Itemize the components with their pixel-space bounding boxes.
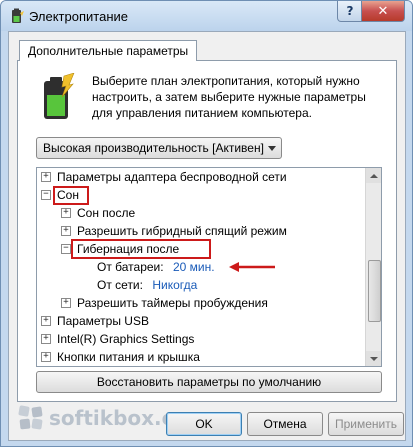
sleep-highlight-box bbox=[53, 186, 89, 205]
softikbox-logo-icon bbox=[18, 405, 43, 430]
dialog-client-area: Дополнительные параметры Выберите план э… bbox=[8, 31, 406, 441]
ok-button[interactable]: OK bbox=[166, 412, 242, 436]
power-plan-select[interactable]: Высокая производительность [Активен] bbox=[36, 137, 282, 159]
tree-item-label: Intel(R) Graphics Settings bbox=[57, 332, 195, 346]
battery-icon bbox=[44, 73, 75, 119]
red-arrow-icon bbox=[229, 262, 275, 272]
power-plan-selected-value: Высокая производительность [Активен] bbox=[43, 141, 264, 155]
tree-item-on-battery[interactable]: От батареи: 20 мин. bbox=[97, 258, 215, 276]
tree-item-label: Параметры USB bbox=[57, 314, 149, 328]
plugged-in-value[interactable]: Никогда bbox=[152, 278, 197, 292]
arrow-down-icon bbox=[369, 356, 378, 361]
expand-icon[interactable]: + bbox=[41, 352, 51, 362]
tree-item-label: Разрешить гибридный спящий режим bbox=[77, 224, 287, 238]
expand-icon[interactable]: + bbox=[41, 334, 51, 344]
tree-item-label: Разрешить таймеры пробуждения bbox=[77, 296, 268, 310]
apply-button[interactable]: Применить bbox=[328, 412, 404, 436]
collapse-icon[interactable]: − bbox=[61, 244, 71, 254]
title-bar: Электропитание ? ✕ bbox=[1, 1, 412, 31]
expand-icon[interactable]: + bbox=[61, 298, 71, 308]
tree-content: + Параметры адаптера беспроводной сети −… bbox=[37, 168, 365, 366]
power-options-window: Электропитание ? ✕ Дополнительные параме… bbox=[0, 0, 413, 447]
scroll-up-button[interactable] bbox=[366, 168, 381, 183]
tree-scrollbar[interactable] bbox=[365, 168, 381, 366]
setting-label: От сети: bbox=[97, 278, 143, 292]
collapse-icon[interactable]: − bbox=[41, 190, 51, 200]
expand-icon[interactable]: + bbox=[41, 172, 51, 182]
tab-advanced-settings[interactable]: Дополнительные параметры bbox=[19, 40, 198, 61]
cancel-button[interactable]: Отмена bbox=[247, 412, 323, 436]
tab-panel: Выберите план электропитания, который ну… bbox=[17, 60, 397, 402]
on-battery-value[interactable]: 20 мин. bbox=[173, 260, 215, 274]
scroll-down-button[interactable] bbox=[366, 351, 381, 366]
window-title: Электропитание bbox=[29, 9, 128, 24]
arrow-up-icon bbox=[369, 173, 378, 178]
setting-label: От батареи: bbox=[97, 260, 164, 274]
expand-icon[interactable]: + bbox=[61, 226, 71, 236]
power-options-icon bbox=[12, 8, 24, 23]
expand-icon[interactable]: + bbox=[41, 316, 51, 326]
scrollbar-thumb[interactable] bbox=[368, 260, 381, 322]
close-button[interactable]: ✕ bbox=[361, 1, 405, 22]
tree-item-label: Сон после bbox=[77, 206, 136, 220]
hibernate-highlight-box bbox=[71, 239, 211, 259]
tree-item-plugged-in[interactable]: От сети: Никогда bbox=[97, 276, 197, 294]
chevron-down-icon bbox=[268, 146, 276, 151]
restore-defaults-button[interactable]: Восстановить параметры по умолчанию bbox=[36, 371, 382, 393]
expand-icon[interactable]: + bbox=[61, 208, 71, 218]
help-button[interactable]: ? bbox=[337, 1, 363, 22]
settings-tree[interactable]: + Параметры адаптера беспроводной сети −… bbox=[36, 167, 382, 367]
tree-item-label: Параметры адаптера беспроводной сети bbox=[57, 170, 287, 184]
description-text: Выберите план электропитания, который ну… bbox=[92, 74, 366, 120]
tree-item-label: Кнопки питания и крышка bbox=[57, 350, 200, 364]
